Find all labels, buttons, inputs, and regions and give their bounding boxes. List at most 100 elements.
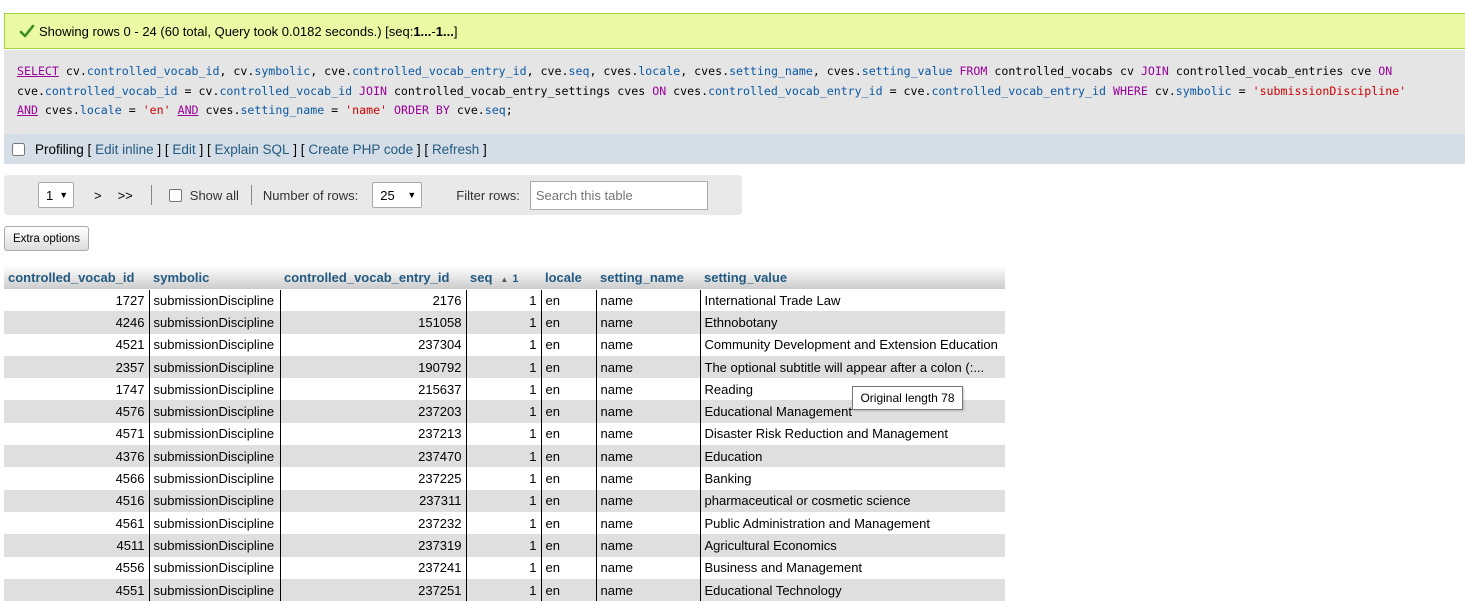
table-cell-controlled-vocab-entry-id[interactable]: 237213 (279, 422, 466, 446)
table-cell-setting-name[interactable]: name (595, 333, 700, 356)
table-cell-symbolic[interactable]: submissionDiscipline (148, 400, 280, 423)
sql-query-box[interactable]: SELECT cv.controlled_vocab_id, cv.symbol… (4, 50, 1465, 134)
table-cell-controlled-vocab-id[interactable]: 1727 (4, 289, 149, 311)
table-cell-setting-value[interactable]: Public Administration and Management (699, 511, 1005, 535)
edit-link[interactable]: Edit (172, 142, 195, 157)
table-cell-locale[interactable]: en (540, 445, 596, 468)
table-cell-setting-name[interactable]: name (595, 422, 700, 446)
table-cell-seq[interactable]: 1 (465, 467, 541, 490)
table-cell-locale[interactable]: en (540, 422, 596, 446)
table-cell-symbolic[interactable]: submissionDiscipline (148, 467, 280, 490)
table-row[interactable]: 4551 submissionDiscipline 237251 1 en name Edu… (4, 578, 1005, 601)
table-cell-symbolic[interactable]: submissionDiscipline (148, 534, 280, 557)
table-cell-seq[interactable]: 1 (465, 378, 541, 401)
table-cell-locale[interactable]: en (540, 511, 596, 535)
next-page-button[interactable]: > (94, 188, 102, 203)
table-cell-locale[interactable]: en (540, 333, 596, 356)
table-cell-seq[interactable]: 1 (465, 289, 541, 312)
table-cell-locale[interactable]: en (540, 311, 596, 334)
table-cell-seq[interactable]: 1 (465, 534, 541, 557)
table-cell-locale[interactable]: en (540, 289, 596, 312)
table-cell-symbolic[interactable]: submissionDiscipline (148, 355, 280, 379)
table-cell-setting-value[interactable]: Education (699, 445, 1005, 468)
table-cell-setting-name[interactable]: name (595, 445, 700, 468)
page-select[interactable]: 1 ▼ (38, 182, 74, 208)
table-cell-controlled-vocab-entry-id[interactable]: 2176 (279, 289, 466, 312)
table-row[interactable]: 4376 submissionDiscipline 237470 1 en name Edu… (4, 445, 1005, 468)
table-cell-setting-name[interactable]: name (595, 311, 700, 334)
table-cell-setting-value[interactable]: The optional subtitle will appear after … (699, 355, 1005, 379)
table-cell-locale[interactable]: en (540, 534, 596, 557)
show-all-checkbox[interactable] (168, 188, 182, 202)
table-cell-setting-name[interactable]: name (595, 289, 700, 312)
table-cell-symbolic[interactable]: submissionDiscipline (148, 422, 280, 446)
table-cell-symbolic[interactable]: submissionDiscipline (148, 556, 280, 579)
column-header[interactable]: seq ▲ 1 (466, 266, 541, 290)
table-cell-controlled-vocab-id[interactable]: 4576 (4, 400, 149, 423)
table-cell-controlled-vocab-entry-id[interactable]: 237251 (279, 578, 466, 601)
table-cell-setting-value[interactable]: Business and Management (699, 556, 1005, 579)
table-cell-symbolic[interactable]: submissionDiscipline (148, 311, 280, 334)
table-cell-controlled-vocab-entry-id[interactable]: 237311 (279, 489, 466, 512)
table-cell-symbolic[interactable]: submissionDiscipline (148, 333, 280, 356)
explain-sql-link[interactable]: Explain SQL (214, 142, 289, 157)
table-cell-locale[interactable]: en (540, 378, 596, 401)
table-cell-setting-name[interactable]: name (595, 467, 700, 490)
table-cell-setting-value[interactable]: Educational Technology (699, 578, 1005, 601)
table-cell-setting-value[interactable]: pharmaceutical or cosmetic science (699, 489, 1005, 512)
table-cell-controlled-vocab-id[interactable]: 4566 (4, 467, 149, 489)
table-cell-locale[interactable]: en (540, 400, 596, 423)
table-cell-controlled-vocab-entry-id[interactable]: 237241 (279, 556, 466, 579)
table-row[interactable]: 4521 submissionDiscipline 237304 1 en name Com… (4, 333, 1005, 356)
table-cell-setting-name[interactable]: name (595, 400, 700, 423)
column-header[interactable]: controlled_vocab_id (4, 266, 149, 290)
column-header[interactable]: setting_name (596, 266, 700, 290)
table-cell-controlled-vocab-entry-id[interactable]: 237470 (279, 445, 466, 468)
table-cell-setting-name[interactable]: name (595, 511, 700, 535)
table-cell-controlled-vocab-entry-id[interactable]: 237203 (279, 400, 466, 423)
table-cell-locale[interactable]: en (540, 556, 596, 579)
table-cell-controlled-vocab-id[interactable]: 4511 (4, 534, 149, 557)
table-row[interactable]: 4571 submissionDiscipline 237213 1 en name Dis… (4, 422, 1005, 446)
table-cell-seq[interactable]: 1 (465, 445, 541, 468)
column-header[interactable]: symbolic (149, 266, 280, 290)
table-cell-locale[interactable]: en (540, 489, 596, 512)
table-cell-seq[interactable]: 1 (465, 556, 541, 579)
refresh-link[interactable]: Refresh (432, 142, 479, 157)
table-cell-locale[interactable]: en (540, 355, 596, 379)
create-php-code-link[interactable]: Create PHP code (308, 142, 413, 157)
table-cell-setting-value[interactable]: Disaster Risk Reduction and Management (699, 422, 1005, 446)
table-cell-controlled-vocab-id[interactable]: 4561 (4, 512, 149, 534)
table-cell-controlled-vocab-id[interactable]: 1747 (4, 378, 149, 400)
table-cell-controlled-vocab-id[interactable]: 4556 (4, 557, 149, 579)
table-cell-controlled-vocab-id[interactable]: 4246 (4, 311, 149, 334)
table-cell-setting-value[interactable]: Ethnobotany (699, 311, 1005, 334)
table-cell-controlled-vocab-entry-id[interactable]: 215637 (279, 378, 466, 401)
table-cell-setting-name[interactable]: name (595, 489, 700, 512)
profiling-checkbox[interactable] (12, 142, 25, 156)
table-cell-seq[interactable]: 1 (465, 422, 541, 446)
table-cell-symbolic[interactable]: submissionDiscipline (148, 511, 280, 535)
table-cell-setting-value[interactable]: Banking (699, 467, 1005, 490)
table-cell-locale[interactable]: en (540, 578, 596, 601)
rows-per-page-select[interactable]: 25 ▼ (372, 182, 423, 208)
table-cell-controlled-vocab-entry-id[interactable]: 237319 (279, 534, 466, 557)
table-row[interactable]: 2357 submissionDiscipline 190792 1 en name The… (4, 355, 1005, 379)
table-cell-seq[interactable]: 1 (465, 355, 541, 379)
table-cell-symbolic[interactable]: submissionDiscipline (148, 378, 280, 401)
table-row[interactable]: 4516 submissionDiscipline 237311 1 en name pha… (4, 489, 1005, 512)
table-cell-controlled-vocab-id[interactable]: 4521 (4, 334, 149, 356)
column-header[interactable]: locale (541, 266, 596, 290)
table-cell-symbolic[interactable]: submissionDiscipline (148, 289, 280, 312)
column-header[interactable]: controlled_vocab_entry_id (280, 266, 466, 290)
table-cell-setting-name[interactable]: name (595, 556, 700, 579)
table-row[interactable]: 4561 submissionDiscipline 237232 1 en name Pub… (4, 511, 1005, 535)
table-cell-controlled-vocab-entry-id[interactable]: 190792 (279, 355, 466, 379)
table-row[interactable]: 1727 submissionDiscipline 2176 1 en name Inter… (4, 289, 1005, 312)
table-row[interactable]: 4246 submissionDiscipline 151058 1 en name Eth… (4, 311, 1005, 334)
table-cell-setting-name[interactable]: name (595, 378, 700, 401)
filter-rows-input[interactable]: Search this table (529, 180, 708, 210)
table-cell-symbolic[interactable]: submissionDiscipline (148, 445, 280, 468)
column-header[interactable]: setting_value (700, 266, 1005, 290)
table-cell-seq[interactable]: 1 (465, 578, 541, 601)
